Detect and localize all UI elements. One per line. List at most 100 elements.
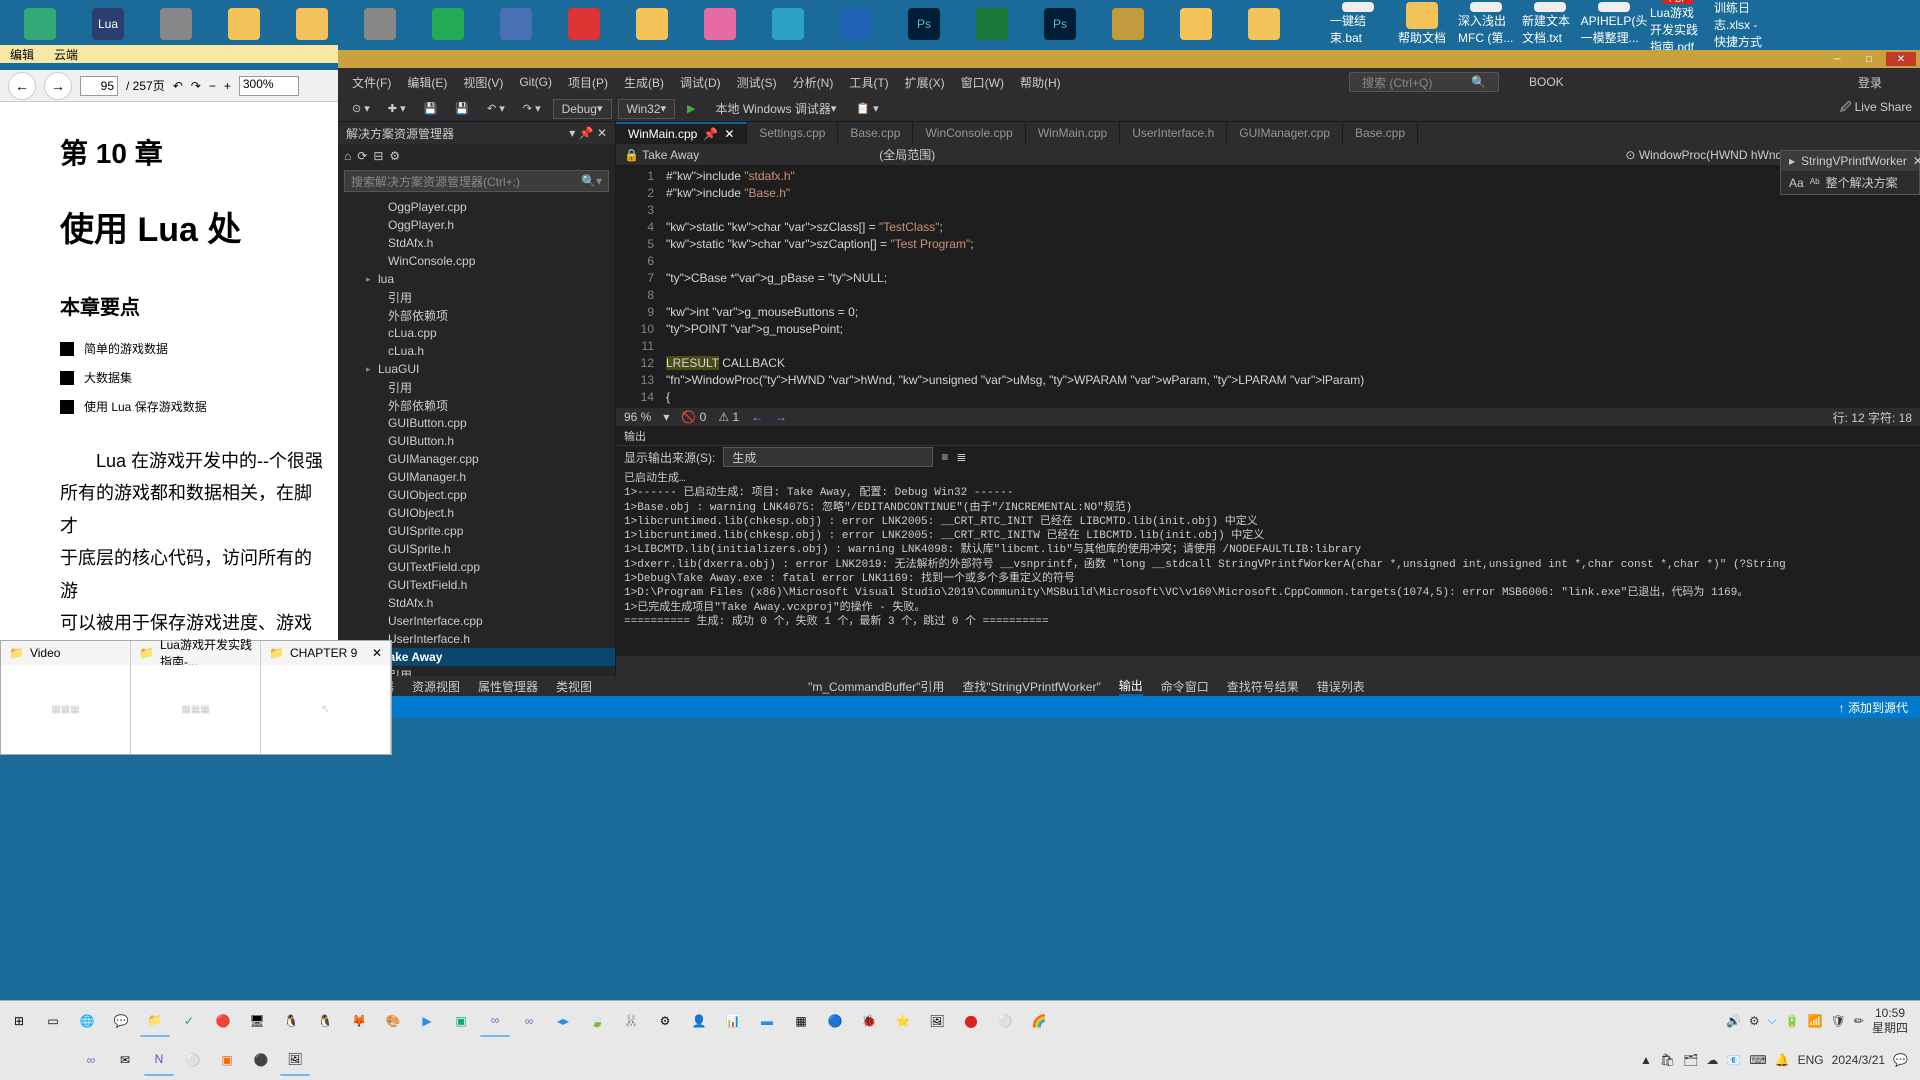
taskbar-app[interactable]: ▣ (212, 1044, 242, 1076)
taskbar-app[interactable]: 🍃 (582, 1005, 612, 1037)
menu-git[interactable]: Git(G) (513, 75, 558, 89)
task-view-button[interactable]: ▭ (38, 1005, 68, 1037)
desktop-icon[interactable] (826, 2, 886, 46)
taskbar-app[interactable]: 🌐 (72, 1005, 102, 1037)
taskbar-app[interactable]: ⚙ (650, 1005, 680, 1037)
menu-analyze[interactable]: 分析(N) (787, 74, 840, 91)
taskbar-app[interactable]: 🎨 (378, 1005, 408, 1037)
taskbar-app[interactable]: ▦ (786, 1005, 816, 1037)
taskbar-app[interactable]: ▣ (446, 1005, 476, 1037)
tree-item[interactable]: GUITextField.cpp (338, 558, 615, 576)
taskbar-chrome[interactable]: 🌈 (1024, 1005, 1054, 1037)
start-debug-button[interactable]: ▶ (681, 99, 701, 119)
tree-item[interactable]: cLua.cpp (338, 324, 615, 342)
menu-extensions[interactable]: 扩展(X) (899, 74, 951, 91)
menu-help[interactable]: 帮助(H) (1014, 74, 1067, 91)
collapse-icon[interactable]: ⊟ (373, 149, 383, 163)
preview-window[interactable]: 📁Video ▦▦▦ (1, 641, 131, 754)
taskbar-app[interactable]: ▬ (752, 1005, 782, 1037)
desktop-icon[interactable]: APIHELP(头一模整理... (1586, 2, 1642, 46)
debugger-combo[interactable]: 本地 Windows 调试器 ▾ (708, 99, 845, 119)
tree-item[interactable]: GUITextField.h (338, 576, 615, 594)
desktop-icon[interactable]: 帮助文档 (1394, 2, 1450, 46)
tab-references[interactable]: "m_CommandBuffer"引用 (808, 678, 944, 695)
live-share-button[interactable]: 🖉 Live Share (1840, 99, 1912, 118)
tab-find-results[interactable]: 查找"StringVPrintfWorker" (962, 678, 1100, 695)
tree-item[interactable]: ▸lua (338, 270, 615, 288)
desktop-icon[interactable]: 训练日志.xlsx - 快捷方式 (1714, 2, 1770, 46)
tab-output[interactable]: 输出 (1119, 677, 1143, 696)
editor-tab[interactable]: UserInterface.h (1120, 122, 1227, 144)
solution-tree[interactable]: OggPlayer.cppOggPlayer.hStdAfx.hWinConso… (338, 194, 615, 676)
back-button[interactable]: ← (8, 72, 36, 100)
notification-icon[interactable]: 💬 (1893, 1053, 1908, 1067)
tab-command-window[interactable]: 命令窗口 (1161, 678, 1209, 695)
taskbar-app[interactable]: 🖥 (242, 1005, 272, 1037)
taskbar-app[interactable]: 🖼 (922, 1005, 952, 1037)
menu-build[interactable]: 生成(B) (618, 74, 670, 91)
tray-icon[interactable]: ⌨ (1749, 1053, 1766, 1067)
taskbar-app[interactable]: ⚪ (178, 1044, 208, 1076)
pdf-tab-edit[interactable]: 编辑 (10, 46, 34, 63)
tree-item[interactable]: StdAfx.h (338, 234, 615, 252)
tree-item[interactable]: OggPlayer.cpp (338, 198, 615, 216)
tree-item[interactable]: GUIManager.h (338, 468, 615, 486)
taskbar-app[interactable]: ✓ (174, 1005, 204, 1037)
desktop-icon[interactable] (350, 2, 410, 46)
new-item-icon[interactable]: ✚ ▾ (382, 99, 412, 119)
editor-tab[interactable]: WinMain.cpp (1026, 122, 1120, 144)
solution-search-input[interactable]: 搜索解决方案资源管理器(Ctrl+;)🔍▾ (344, 170, 609, 192)
tree-item[interactable]: WinConsole.cpp (338, 252, 615, 270)
desktop-icon[interactable] (146, 2, 206, 46)
taskbar-explorer[interactable]: 📁 (140, 1005, 170, 1037)
editor-tab[interactable]: Base.cpp (838, 122, 913, 144)
taskbar-app[interactable]: ∞ (514, 1005, 544, 1037)
desktop-icon[interactable] (1166, 2, 1226, 46)
desktop-icon[interactable]: 深入浅出MFC (第... (1458, 2, 1514, 46)
scope-global[interactable]: (全局范围) (879, 146, 935, 163)
tray-icon[interactable]: ⚙ (1749, 1014, 1760, 1028)
desktop-icon[interactable] (1098, 2, 1158, 46)
desktop-icon[interactable]: PDFLua游戏开发实践指南.pdf (1650, 2, 1706, 46)
tree-item[interactable]: UserInterface.cpp (338, 612, 615, 630)
menu-window[interactable]: 窗口(W) (955, 74, 1010, 91)
lang-indicator[interactable]: ENG (1798, 1053, 1824, 1067)
close-tab-icon[interactable]: ✕ (724, 127, 734, 141)
tree-item[interactable]: GUIButton.cpp (338, 414, 615, 432)
editor-tab[interactable]: WinMain.cpp 📌 ✕ (616, 122, 747, 144)
redo-icon[interactable]: ↷ ▾ (517, 99, 547, 119)
pdf-tab-cloud[interactable]: 云端 (54, 46, 78, 63)
page-number-input[interactable] (80, 76, 118, 96)
taskbar-app[interactable]: 🐰 (616, 1005, 646, 1037)
undo-icon[interactable]: ↶ ▾ (481, 99, 511, 119)
taskbar-onenote[interactable]: N (144, 1044, 174, 1076)
preview-window[interactable]: 📁CHAPTER 9✕ ↖ (261, 641, 391, 754)
tree-item[interactable]: GUISprite.cpp (338, 522, 615, 540)
home-icon[interactable]: ⌂ (344, 149, 351, 163)
zoom-pct[interactable]: 96 % (624, 410, 651, 424)
nav-back-icon[interactable]: ⊙ ▾ (346, 99, 376, 119)
menu-debug[interactable]: 调试(D) (674, 74, 727, 91)
refresh-icon[interactable]: ⟳ (357, 149, 367, 163)
desktop-icon[interactable] (554, 2, 614, 46)
tray-icon[interactable]: ▲ (1640, 1053, 1652, 1067)
taskbar-app[interactable]: 💬 (106, 1005, 136, 1037)
menu-file[interactable]: 文件(F) (346, 74, 397, 91)
output-tool-icon[interactable]: ≣ (956, 450, 966, 464)
tree-item[interactable]: 引用 (338, 288, 615, 306)
desktop-icon[interactable] (10, 2, 70, 46)
tray-icon[interactable]: ☁ (1706, 1053, 1718, 1067)
pin-icon[interactable]: ▾ (569, 126, 575, 140)
desktop-icon[interactable] (486, 2, 546, 46)
tray-icon[interactable]: 🔊 (1726, 1014, 1741, 1028)
close-panel-icon[interactable]: ✕ (597, 126, 607, 140)
desktop-icon[interactable]: 一键结束.bat (1330, 2, 1386, 46)
taskbar-app[interactable]: 🔵 (820, 1005, 850, 1037)
pin-icon[interactable]: 📌 (703, 127, 718, 141)
show-all-icon[interactable]: ⚙ (389, 149, 400, 163)
desktop-icon[interactable] (758, 2, 818, 46)
taskbar-app[interactable]: 📊 (718, 1005, 748, 1037)
minimize-button[interactable]: ─ (1822, 52, 1852, 66)
taskbar-app[interactable]: 🦊 (344, 1005, 374, 1037)
editor-tab[interactable]: WinConsole.cpp (913, 122, 1025, 144)
